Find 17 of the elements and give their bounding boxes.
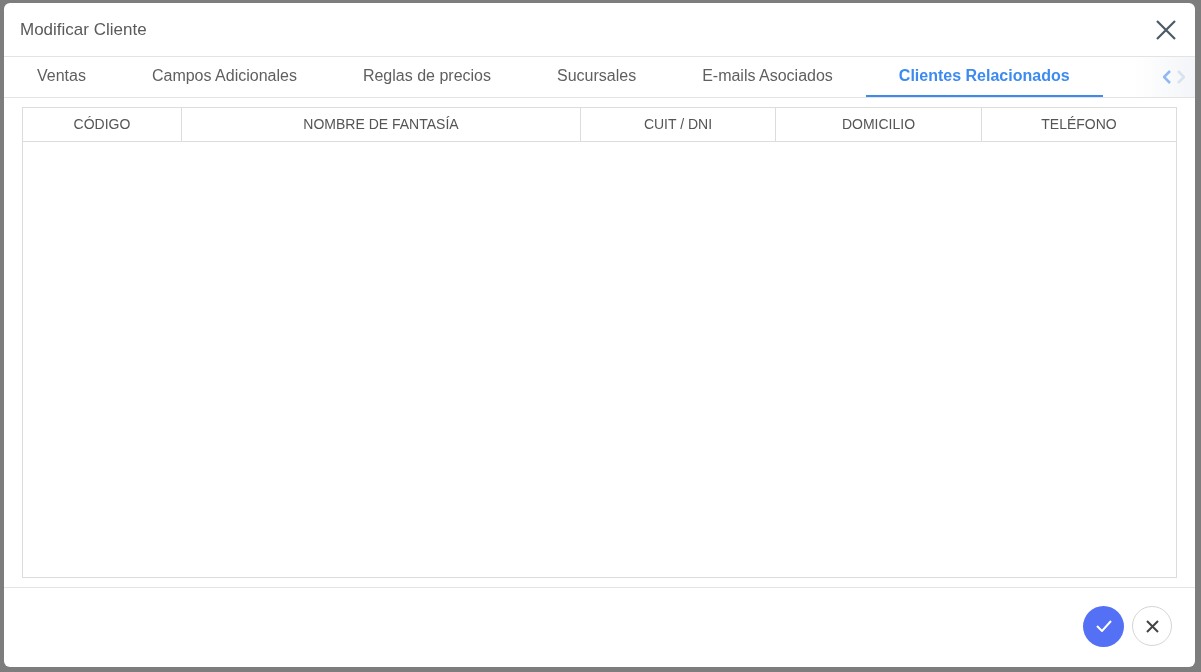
confirm-button[interactable] (1083, 605, 1124, 647)
column-header: CUIT / DNI (580, 108, 775, 141)
dialog-title: Modificar Cliente (20, 18, 147, 41)
column-header: NOMBRE DE FANTASÍA (181, 108, 580, 141)
tab[interactable]: E-mails Asociados (669, 57, 866, 97)
column-header: TELÉFONO (981, 108, 1176, 141)
column-header: CÓDIGO (72, 115, 132, 134)
tab[interactable]: Clientes Relacionados (865, 57, 1103, 97)
check-icon (1095, 620, 1112, 632)
tab[interactable]: Campos Adicionales (118, 57, 330, 97)
cancel-button[interactable] (1132, 606, 1172, 646)
close-icon (1155, 18, 1177, 41)
tab[interactable]: Ventas (4, 57, 119, 97)
tab[interactable]: Reglas de precios (329, 57, 524, 97)
column-header: DOMICILIO (775, 108, 981, 141)
close-icon (1145, 619, 1159, 633)
tab[interactable]: Sucursales (524, 57, 670, 97)
